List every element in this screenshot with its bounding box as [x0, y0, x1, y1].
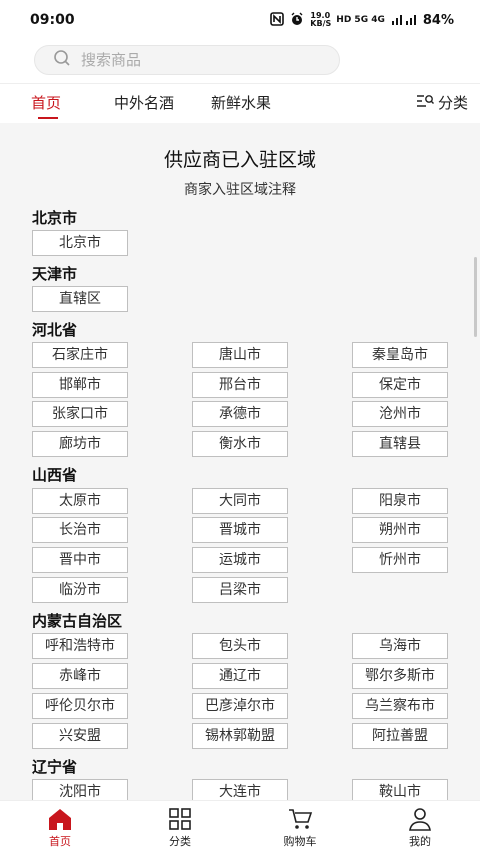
city-button[interactable]: 晋城市	[192, 517, 288, 543]
city-button[interactable]: 直辖县	[352, 431, 448, 457]
region-list[interactable]: 供应商已入驻区域 商家入驻区域注释 北京市 北京市 天津市 直辖区 河北省 石家…	[0, 123, 480, 800]
city-button[interactable]: 邢台市	[192, 372, 288, 398]
tab-liquor[interactable]: 中外名酒	[114, 92, 174, 113]
city-button[interactable]: 秦皇岛市	[352, 342, 448, 368]
category-tab-button[interactable]: 分类	[416, 92, 468, 113]
status-bar: 09:00 19.0 KB/S HD 5G 4G 84%	[0, 0, 480, 40]
nav-category-label: 分类	[169, 835, 191, 848]
net-speed: 19.0 KB/S	[310, 11, 332, 28]
province-heading: 辽宁省	[32, 758, 78, 776]
city-button[interactable]: 唐山市	[192, 342, 288, 368]
cart-icon	[289, 809, 313, 829]
city-button[interactable]: 呼和浩特市	[32, 633, 128, 659]
city-button[interactable]: 鄂尔多斯市	[352, 663, 448, 689]
city-button[interactable]: 沈阳市	[32, 779, 128, 800]
city-button[interactable]: 阳泉市	[352, 488, 448, 514]
nav-home[interactable]: 首页	[20, 807, 100, 849]
home-icon	[49, 809, 71, 830]
nav-cart-label: 购物车	[283, 835, 317, 848]
nav-profile[interactable]: 我的	[380, 807, 460, 849]
nav-profile-label: 我的	[409, 835, 431, 848]
city-button[interactable]: 兴安盟	[32, 723, 128, 749]
city-button[interactable]: 运城市	[192, 547, 288, 573]
category-list-icon	[416, 94, 434, 112]
city-button[interactable]: 锡林郭勒盟	[192, 723, 288, 749]
page-title: 供应商已入驻区域	[163, 149, 316, 171]
status-icons: 19.0 KB/S HD 5G 4G 84%	[270, 12, 454, 29]
province-heading: 内蒙古自治区	[32, 612, 123, 630]
nfc-icon	[270, 11, 285, 29]
user-icon	[409, 808, 431, 831]
city-button[interactable]: 太原市	[32, 488, 128, 514]
city-button[interactable]: 廊坊市	[32, 431, 128, 457]
search-bar[interactable]	[34, 45, 340, 75]
page-subtitle: 商家入驻区域注释	[184, 182, 296, 198]
city-button[interactable]: 张家口市	[32, 401, 128, 427]
city-button[interactable]: 大连市	[192, 779, 288, 800]
active-tab-indicator	[38, 117, 58, 119]
city-button[interactable]: 乌兰察布市	[352, 693, 448, 719]
city-button[interactable]: 赤峰市	[32, 663, 128, 689]
search-input[interactable]	[81, 51, 301, 69]
category-tabs: 首页 中外名酒 新鲜水果 分类	[0, 83, 480, 123]
status-time: 09:00	[30, 12, 75, 28]
city-button[interactable]: 保定市	[352, 372, 448, 398]
city-button[interactable]: 包头市	[192, 633, 288, 659]
nav-home-label: 首页	[49, 835, 71, 848]
tab-home[interactable]: 首页	[31, 92, 61, 113]
city-button[interactable]: 阿拉善盟	[352, 723, 448, 749]
network-indicator: HD 5G 4G	[336, 15, 385, 25]
city-button[interactable]: 石家庄市	[32, 342, 128, 368]
city-button[interactable]: 巴彦淖尔市	[192, 693, 288, 719]
city-button[interactable]: 晋中市	[32, 547, 128, 573]
grid-icon	[169, 808, 191, 830]
city-button[interactable]: 吕梁市	[192, 577, 288, 603]
city-button[interactable]: 乌海市	[352, 633, 448, 659]
city-button[interactable]: 长治市	[32, 517, 128, 543]
signal-icon	[391, 13, 417, 28]
province-heading: 山西省	[32, 466, 78, 484]
search-icon	[53, 49, 71, 71]
city-button[interactable]: 大同市	[192, 488, 288, 514]
battery-level: 84%	[422, 12, 454, 28]
city-button[interactable]: 临汾市	[32, 577, 128, 603]
city-button[interactable]: 朔州市	[352, 517, 448, 543]
province-heading: 河北省	[32, 321, 78, 339]
city-button[interactable]: 直辖区	[32, 286, 128, 312]
alarm-icon	[290, 12, 304, 29]
province-heading: 天津市	[32, 265, 78, 283]
province-heading: 北京市	[32, 209, 78, 227]
bottom-nav: 首页 分类 购物车 我的	[0, 800, 480, 853]
scrollbar[interactable]	[474, 257, 477, 337]
city-button[interactable]: 北京市	[32, 230, 128, 256]
city-button[interactable]: 沧州市	[352, 401, 448, 427]
city-button[interactable]: 鞍山市	[352, 779, 448, 800]
category-tab-label: 分类	[437, 94, 468, 112]
nav-category[interactable]: 分类	[140, 807, 220, 849]
city-button[interactable]: 承德市	[192, 401, 288, 427]
city-button[interactable]: 邯郸市	[32, 372, 128, 398]
nav-cart[interactable]: 购物车	[260, 807, 340, 849]
city-button[interactable]: 呼伦贝尔市	[32, 693, 128, 719]
city-button[interactable]: 忻州市	[352, 547, 448, 573]
city-button[interactable]: 衡水市	[192, 431, 288, 457]
tab-fruit[interactable]: 新鲜水果	[211, 92, 271, 113]
city-button[interactable]: 通辽市	[192, 663, 288, 689]
